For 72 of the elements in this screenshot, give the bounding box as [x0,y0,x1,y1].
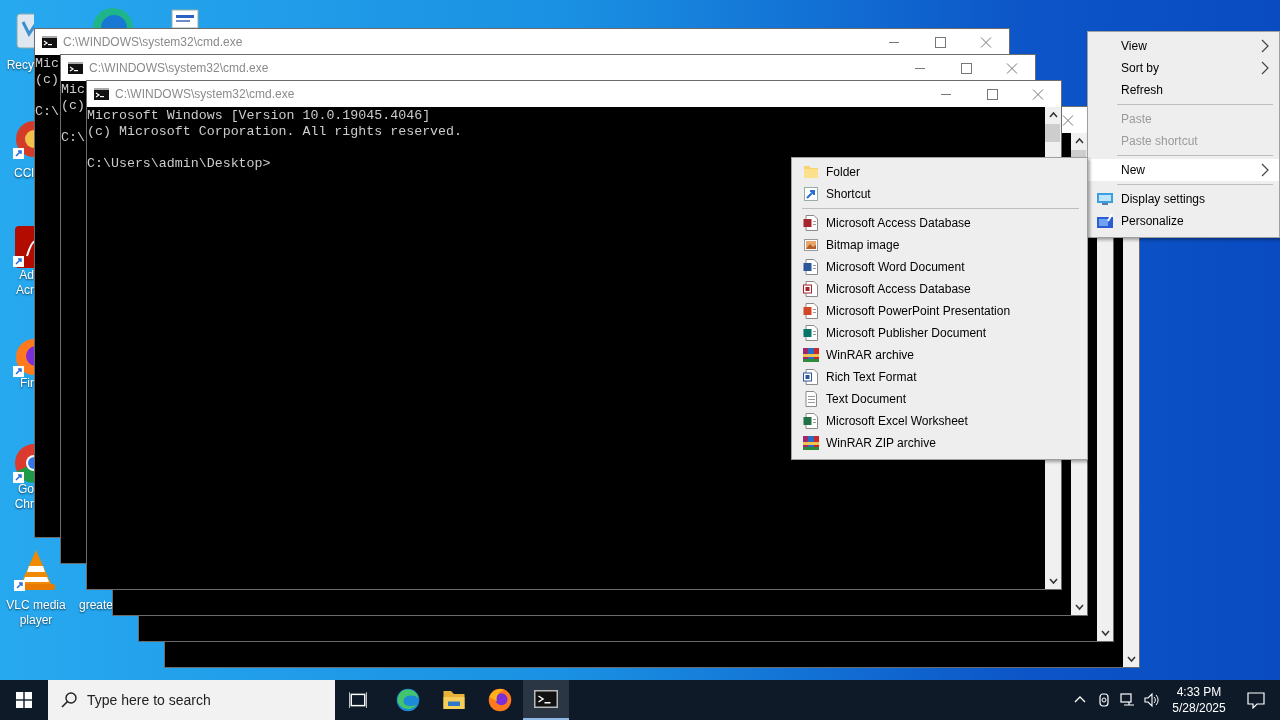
menu-item[interactable]: New [1088,159,1279,181]
text-file-icon [803,391,819,407]
terminal-icon [68,62,83,74]
maximize-icon [934,36,946,48]
shortcut-icon [803,186,819,202]
window-title: C:\WINDOWS\system32\cmd.exe [63,34,243,51]
pdf-app-icon[interactable] [13,226,34,268]
console-prompt: C:\ [35,104,59,120]
menu-item[interactable]: WinRAR archive [792,344,1087,366]
archive-icon [803,435,819,451]
close-icon [980,36,992,48]
search-icon [61,692,77,708]
database-icon [803,281,819,297]
menu-item[interactable]: Folder [792,161,1087,183]
window-title: C:\WINDOWS\system32\cmd.exe [89,60,269,77]
console-text: (c) Microsoft Corporation. All rights reserved. [87,124,463,140]
notification-icon [1247,691,1265,709]
close-icon [1006,62,1018,74]
console-prompt: C:\ [61,130,85,146]
close-icon [1032,88,1044,100]
document-icon [803,325,819,341]
menu-item[interactable]: Rich Text Format [792,366,1087,388]
device-icon [1096,692,1112,708]
maximize-icon [986,88,998,100]
console-text: (c) [35,72,59,88]
database-icon [803,215,819,231]
menu-item[interactable]: Microsoft Access Database [792,278,1087,300]
taskbar-button[interactable] [523,680,569,720]
clock[interactable]: 4:33 PM 5/28/2025 [1166,680,1232,720]
menu-item[interactable]: Personalize [1088,210,1279,232]
terminal-icon [94,88,109,100]
document-icon [803,369,819,385]
image-icon [803,237,819,253]
display-icon [1096,191,1113,207]
document-icon [803,259,819,275]
traffic-cone-icon[interactable] [14,548,58,592]
task-view-icon [349,691,367,709]
menu-item[interactable]: Sort by [1088,57,1279,79]
spreadsheet-icon [803,413,819,429]
speaker-icon [1144,692,1160,708]
search-field[interactable]: Type here to search [48,680,335,720]
console-text: Mic [61,82,85,98]
menu-item[interactable]: Text Document [792,388,1087,410]
terminal-icon [42,36,57,48]
folder-icon [442,688,466,712]
console-text: Mic [35,56,59,72]
archive-icon [803,347,819,363]
scroll-thumb[interactable] [1045,124,1060,142]
folder-icon [803,164,819,180]
window-title: C:\WINDOWS\system32\cmd.exe [115,86,295,103]
browser-icon [488,688,512,712]
browser-icon [396,688,420,712]
menu-item[interactable]: WinRAR ZIP archive [792,432,1087,454]
maximize-icon [960,62,972,74]
console-text: (c) [61,98,85,114]
menu-item[interactable]: Shortcut [792,183,1087,205]
menu-item[interactable]: Microsoft Publisher Document [792,322,1087,344]
menu-item[interactable]: View [1088,35,1279,57]
menu-item[interactable]: Bitmap image [792,234,1087,256]
console-text: Microsoft Windows [Version 10.0.19045.4046] [87,108,431,124]
network-icon [1120,692,1136,708]
menu-item[interactable]: Microsoft Excel Worksheet [792,410,1087,432]
personalize-icon [1096,213,1113,229]
terminal-icon [534,687,558,711]
menu-item[interactable]: Microsoft Access Database [792,212,1087,234]
presentation-icon [803,303,819,319]
menu-item[interactable]: Microsoft PowerPoint Presentation [792,300,1087,322]
windows-logo-icon [16,692,32,708]
console-prompt: C:\Users\admin\Desktop> [87,156,271,172]
menu-item[interactable]: Refresh [1088,79,1279,101]
menu-item[interactable]: Display settings [1088,188,1279,210]
menu-item[interactable]: Microsoft Word Document [792,256,1087,278]
